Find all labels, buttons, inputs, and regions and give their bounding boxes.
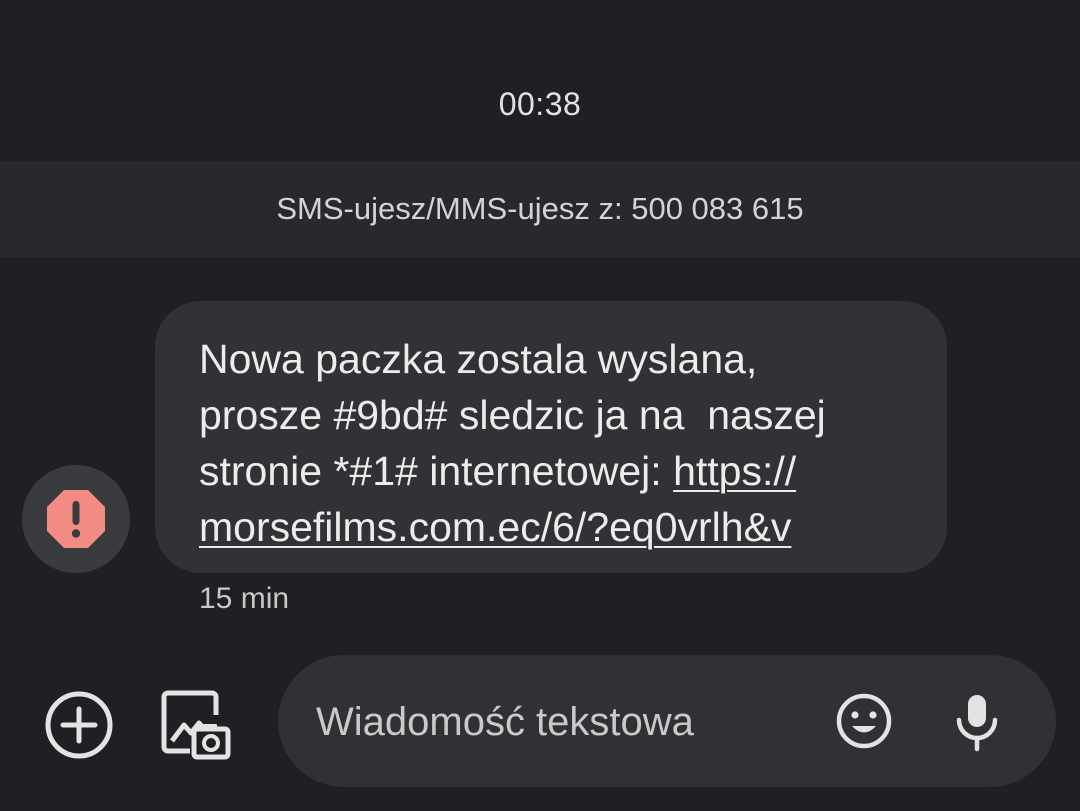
warning-octagon-icon <box>47 490 105 548</box>
emoji-icon <box>836 693 892 749</box>
compose-bar <box>0 655 1080 787</box>
emoji-button[interactable] <box>834 691 894 751</box>
message-time: 15 min <box>199 582 290 615</box>
add-circle-icon <box>45 691 113 759</box>
sender-avatar[interactable] <box>22 465 130 573</box>
message-bubble[interactable]: Nowa paczka zostala wyslana, prosze #9bd… <box>155 301 947 573</box>
microphone-icon <box>956 695 998 752</box>
conversation-timestamp: 00:38 <box>498 86 582 122</box>
add-attachment-button[interactable] <box>42 688 116 762</box>
compose-field <box>278 655 1056 787</box>
conversation-screen: 00:38 SMS-ujesz/MMS-ujesz z: 500 083 615… <box>0 0 1080 811</box>
message-input[interactable] <box>316 697 786 747</box>
sender-banner-text: SMS-ujesz/MMS-ujesz z: 500 083 615 <box>276 191 804 226</box>
gallery-button[interactable] <box>158 687 234 763</box>
gallery-camera-icon <box>161 690 231 760</box>
sender-banner: SMS-ujesz/MMS-ujesz z: 500 083 615 <box>0 161 1080 257</box>
voice-input-button[interactable] <box>950 691 1004 753</box>
